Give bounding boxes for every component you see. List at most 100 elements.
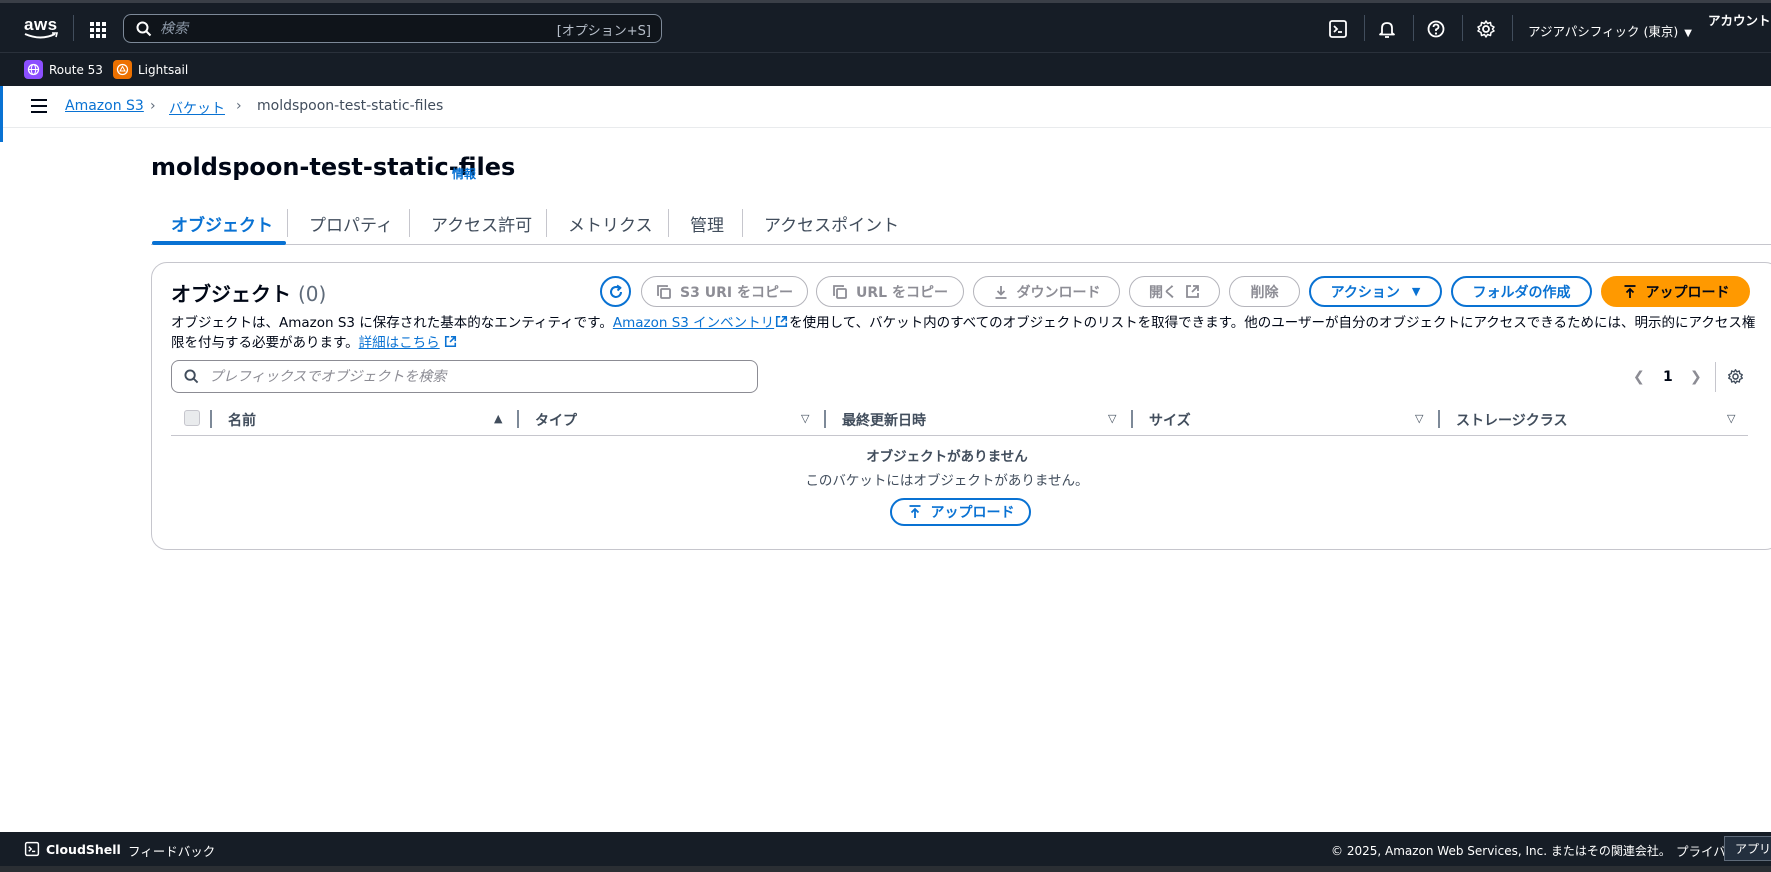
- object-filter[interactable]: [171, 360, 758, 393]
- create-folder-label: フォルダの作成: [1472, 284, 1571, 301]
- upload-button[interactable]: アップロード: [1601, 276, 1750, 307]
- help-icon[interactable]: [1426, 19, 1446, 39]
- info-link[interactable]: 情報: [452, 165, 476, 182]
- chevron-right-icon: ›: [236, 98, 242, 114]
- preferences-gear-icon[interactable]: [1727, 368, 1744, 385]
- column-divider: [824, 410, 826, 428]
- open-label: 開く: [1149, 284, 1177, 301]
- column-header-last-modified[interactable]: 最終更新日時: [842, 410, 926, 430]
- global-search[interactable]: [オプション+S]: [123, 14, 662, 43]
- copy-icon: [832, 284, 848, 300]
- bottom-strip: [0, 866, 1771, 872]
- copyright-text: © 2025, Amazon Web Services, Inc. またはその関…: [1331, 844, 1671, 858]
- footer: CloudShell フィードバック © 2025, Amazon Web Se…: [0, 832, 1771, 866]
- menu-icon[interactable]: [31, 99, 47, 113]
- copy-icon: [656, 284, 672, 300]
- table-header: 名前 ▲ タイプ ▽ 最終更新日時 ▽ サイズ ▽ ストレージクラス ▽: [171, 400, 1748, 436]
- favorites-bar: Route 53 Lightsail: [0, 52, 1771, 86]
- cloudshell-icon: [24, 841, 40, 857]
- create-folder-button[interactable]: フォルダの作成: [1451, 276, 1592, 307]
- breadcrumb-amazon-s3[interactable]: Amazon S3: [65, 98, 144, 114]
- route53-icon: [24, 60, 43, 79]
- region-label: アジアパシフィック (東京): [1528, 24, 1679, 39]
- objects-description: オブジェクトは、Amazon S3 に保存された基本的なエンティティです。Ama…: [171, 313, 1766, 353]
- sort-icon[interactable]: ▽: [1415, 412, 1423, 425]
- app-tooltip[interactable]: アプリ: [1724, 836, 1771, 861]
- external-link-icon: [1185, 284, 1200, 299]
- favorite-lightsail[interactable]: Lightsail: [113, 60, 188, 79]
- bell-icon[interactable]: [1377, 19, 1397, 39]
- tab-permissions[interactable]: アクセス許可: [431, 211, 532, 236]
- favorite-label: Route 53: [49, 62, 103, 77]
- aws-smile-icon: [24, 32, 58, 39]
- side-panel-edge: [0, 86, 3, 142]
- download-label: ダウンロード: [1016, 284, 1101, 301]
- column-header-size[interactable]: サイズ: [1149, 410, 1191, 430]
- cloudshell-button[interactable]: CloudShell: [24, 841, 121, 857]
- nav-divider: [1462, 15, 1463, 41]
- empty-state-title: オブジェクトがありません: [866, 449, 1028, 465]
- sort-icon[interactable]: ▽: [801, 412, 809, 425]
- tab-access-points[interactable]: アクセスポイント: [764, 211, 899, 236]
- breadcrumb-bar: Amazon S3 › バケット › moldspoon-test-static…: [0, 86, 1771, 128]
- breadcrumb-buckets[interactable]: バケット: [169, 98, 225, 118]
- tab-metrics[interactable]: メトリクス: [568, 211, 653, 236]
- download-button[interactable]: ダウンロード: [973, 276, 1120, 307]
- cloudshell-icon[interactable]: [1328, 19, 1348, 39]
- upload-icon: [907, 504, 923, 520]
- region-selector[interactable]: アジアパシフィック (東京) ▼: [1528, 21, 1692, 40]
- tab-objects[interactable]: オブジェクト: [171, 211, 273, 236]
- column-divider: [1438, 410, 1440, 428]
- upload-icon: [1622, 284, 1638, 300]
- pager-divider: [1715, 362, 1716, 392]
- tab-bar: オブジェクト プロパティ アクセス許可 メトリクス 管理 アクセスポイント: [151, 205, 1771, 245]
- delete-button[interactable]: 削除: [1229, 276, 1300, 307]
- next-page-button[interactable]: ❯: [1690, 369, 1702, 385]
- tab-management[interactable]: 管理: [690, 211, 724, 236]
- nav-divider: [1512, 15, 1513, 41]
- object-filter-input[interactable]: [209, 367, 729, 386]
- breadcrumb-current: moldspoon-test-static-files: [257, 98, 444, 114]
- services-menu-icon[interactable]: [90, 22, 106, 38]
- external-link-icon: [440, 335, 457, 351]
- page-number[interactable]: 1: [1663, 369, 1673, 385]
- refresh-button[interactable]: [600, 276, 631, 307]
- tab-properties[interactable]: プロパティ: [309, 211, 393, 236]
- empty-state-upload-button[interactable]: アップロード: [890, 498, 1031, 526]
- gear-icon[interactable]: [1476, 19, 1496, 39]
- description-text: オブジェクトは、Amazon S3 に保存された基本的なエンティティです。: [171, 315, 613, 331]
- cloudshell-label: CloudShell: [46, 841, 121, 857]
- chevron-right-icon: ›: [150, 98, 156, 114]
- nav-divider: [73, 15, 74, 41]
- download-icon: [993, 284, 1009, 300]
- search-icon: [184, 369, 199, 384]
- sort-icon[interactable]: ▽: [1108, 412, 1116, 425]
- external-link-icon: [774, 315, 789, 331]
- learn-more-link[interactable]: 詳細はこちら: [359, 335, 440, 351]
- upload-label: アップロード: [1645, 284, 1730, 301]
- copy-url-label: URL をコピー: [856, 284, 948, 301]
- column-header-type[interactable]: タイプ: [535, 410, 577, 430]
- feedback-link[interactable]: フィードバック: [128, 841, 215, 860]
- copy-s3-uri-button[interactable]: S3 URI をコピー: [641, 276, 808, 307]
- previous-page-button[interactable]: ❮: [1633, 369, 1645, 385]
- inventory-link[interactable]: Amazon S3 インベントリ: [613, 315, 774, 331]
- aws-logo[interactable]: aws: [24, 15, 60, 41]
- tab-divider: [742, 209, 743, 237]
- open-button[interactable]: 開く: [1129, 276, 1220, 307]
- top-navigation: aws [オプション+S] アジアパシフィック (東京) ▼ アカウント: [0, 0, 1771, 52]
- account-menu[interactable]: アカウント: [1708, 10, 1771, 29]
- active-tab-indicator: [152, 241, 286, 245]
- actions-dropdown[interactable]: アクション ▼: [1309, 276, 1442, 307]
- sort-icon[interactable]: ▽: [1727, 412, 1735, 425]
- column-header-name[interactable]: 名前: [228, 410, 256, 430]
- search-input[interactable]: [160, 19, 520, 38]
- sort-ascending-icon[interactable]: ▲: [494, 412, 502, 425]
- column-header-storage-class[interactable]: ストレージクラス: [1456, 410, 1567, 430]
- favorite-route53[interactable]: Route 53: [24, 60, 103, 79]
- caret-down-icon: ▼: [1684, 28, 1692, 39]
- caret-down-icon: ▼: [1411, 285, 1421, 298]
- copy-url-button[interactable]: URL をコピー: [816, 276, 964, 307]
- delete-label: 削除: [1250, 284, 1279, 301]
- select-all-checkbox[interactable]: [184, 410, 200, 426]
